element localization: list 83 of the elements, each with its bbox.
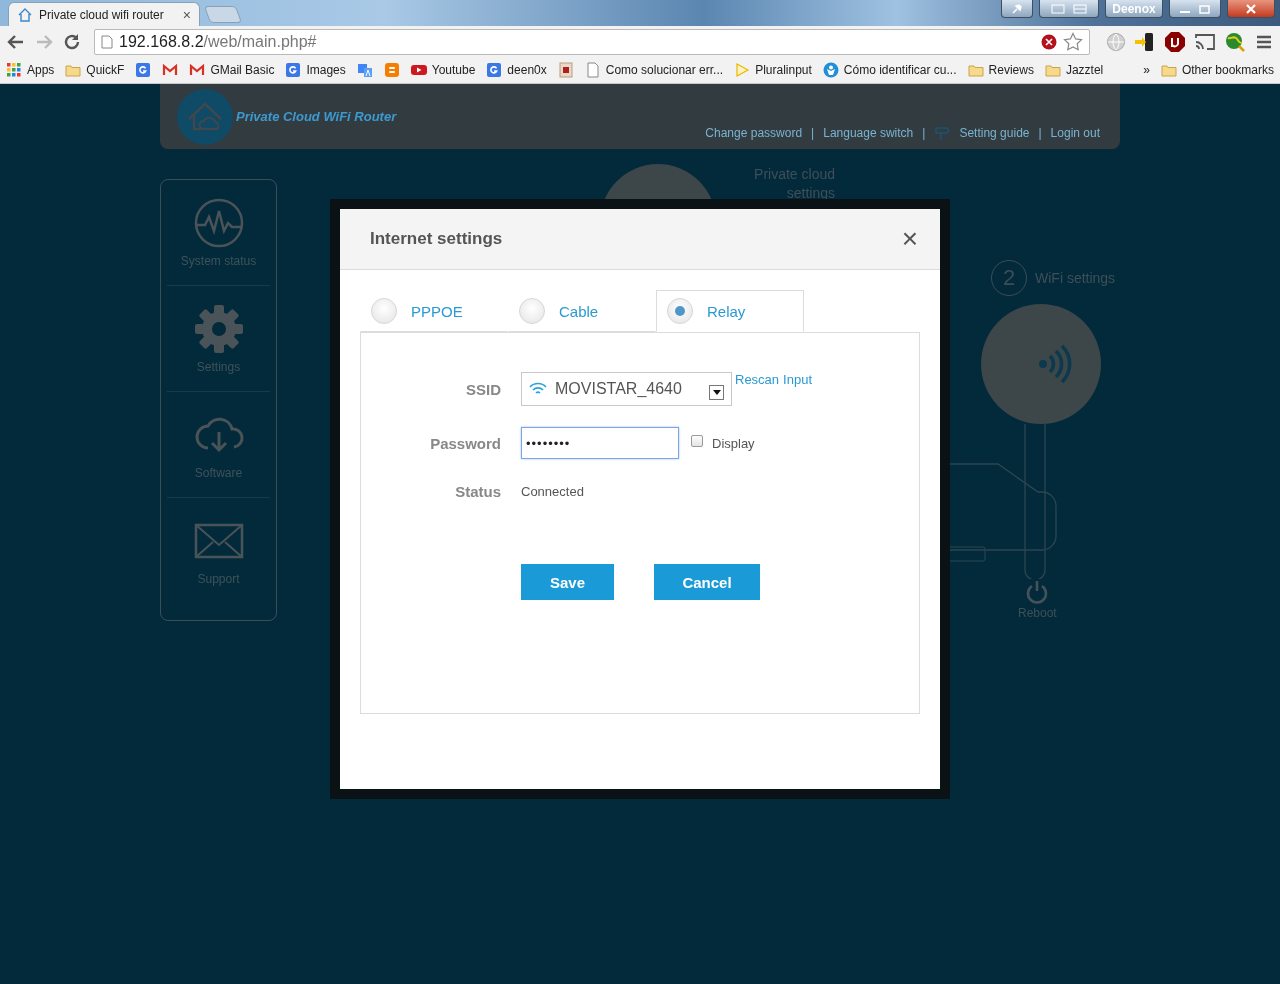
mail-icon: [162, 62, 179, 78]
more-bookmarks-button[interactable]: »: [1143, 63, 1150, 77]
settings-icon: [193, 303, 244, 354]
checkbox[interactable]: [691, 435, 703, 447]
pulse-icon: [193, 197, 244, 248]
folder-icon: [65, 62, 82, 78]
bookmark[interactable]: Pluralinput: [734, 62, 812, 78]
bookmark[interactable]: [383, 62, 400, 78]
bookmark[interactable]: [135, 62, 152, 78]
globe-search-icon[interactable]: [1224, 30, 1246, 53]
folder-icon: [1160, 62, 1177, 78]
minimize-maximize-buttons[interactable]: [1169, 0, 1221, 18]
field-label: Status: [454, 482, 501, 500]
bookmark[interactable]: [356, 62, 373, 78]
tab-close-button[interactable]: ×: [182, 6, 191, 23]
bookmark[interactable]: Como solucionar err...: [584, 62, 724, 78]
google-icon: [135, 62, 152, 78]
browser-tab[interactable]: Private cloud wifi router ×: [8, 2, 200, 26]
window-tools-button[interactable]: [1039, 0, 1099, 18]
field-label: SSID: [465, 380, 501, 398]
url-path: /web/main.php#: [203, 32, 317, 51]
bookmark[interactable]: Jazztel: [1044, 62, 1104, 78]
page-icon: [584, 62, 601, 78]
checkbox-label: Display: [712, 435, 755, 451]
password-field[interactable]: ••••••••: [521, 427, 679, 459]
radio-button[interactable]: [519, 298, 545, 324]
bookmark[interactable]: Cómo identificar cu...: [822, 62, 957, 78]
window-layout-icon: [1049, 2, 1089, 15]
pin-icon: [1011, 2, 1023, 15]
video-play-icon: [410, 62, 427, 78]
folder-icon: [967, 62, 984, 78]
house-cloud-icon: [17, 6, 33, 23]
apps-grid-icon: [6, 62, 22, 78]
step-label: WiFi settings: [1035, 270, 1116, 286]
link-separator: |: [811, 126, 815, 140]
address-bar[interactable]: 192.168.8.2/web/main.php#: [94, 28, 1090, 55]
pin-button[interactable]: [1001, 0, 1033, 18]
ssid-select[interactable]: MOVISTAR_4640: [521, 372, 732, 406]
dialog-title: Internet settings: [370, 229, 503, 249]
bookmark[interactable]: Reviews: [967, 62, 1034, 78]
close-button[interactable]: ×: [901, 225, 918, 253]
mail-icon: [189, 62, 206, 78]
folder-icon: [1044, 62, 1061, 78]
star-icon[interactable]: [1063, 31, 1083, 52]
header-link[interactable]: Change password: [705, 126, 803, 140]
caret-icon: [712, 389, 721, 395]
wifi-icon: [529, 382, 547, 396]
bookmark[interactable]: QuickF: [65, 62, 125, 78]
bookmark-folder[interactable]: Other bookmarks: [1160, 62, 1274, 78]
radio-button[interactable]: [667, 298, 693, 324]
bookmark[interactable]: [557, 62, 574, 78]
close-icon: [1245, 2, 1257, 15]
blog-icon: [383, 62, 400, 78]
url-host: 192.168.8.2: [119, 32, 204, 51]
link-separator: |: [1038, 126, 1042, 140]
bookmark[interactable]: GMail Basic: [189, 62, 275, 78]
bookmark[interactable]: Images: [285, 62, 346, 78]
bookmark[interactable]: Youtube: [410, 62, 476, 78]
shield-icon[interactable]: [1164, 30, 1186, 53]
status-value: Connected: [521, 483, 584, 499]
translate-icon: [356, 62, 373, 78]
field-label: Password: [429, 434, 501, 452]
bookmark[interactable]: Apps: [6, 62, 55, 78]
radio-button[interactable]: [371, 298, 397, 324]
close-window-button[interactable]: [1227, 0, 1275, 18]
google-icon: [285, 62, 302, 78]
tab-title: Private cloud wifi router: [39, 7, 165, 22]
header-link[interactable]: Language switch: [823, 126, 914, 140]
header-link[interactable]: Setting guide: [959, 126, 1030, 140]
link-separator: |: [922, 126, 926, 140]
page-icon: [101, 34, 113, 49]
blocked-icon: [1041, 33, 1057, 50]
document-icon: [557, 62, 574, 78]
person-icon: [822, 62, 839, 78]
google-icon: [486, 62, 503, 78]
house-cloud-logo: [177, 88, 233, 145]
bookmark[interactable]: deen0x: [486, 62, 547, 78]
bookmark[interactable]: [162, 62, 179, 78]
header-link[interactable]: Login out: [1050, 126, 1100, 140]
play-icon: [734, 62, 751, 78]
signpost-icon: [934, 125, 951, 141]
phone-arrow-icon[interactable]: [1134, 30, 1156, 53]
brand-name: Private Cloud WiFi Router: [236, 109, 397, 124]
